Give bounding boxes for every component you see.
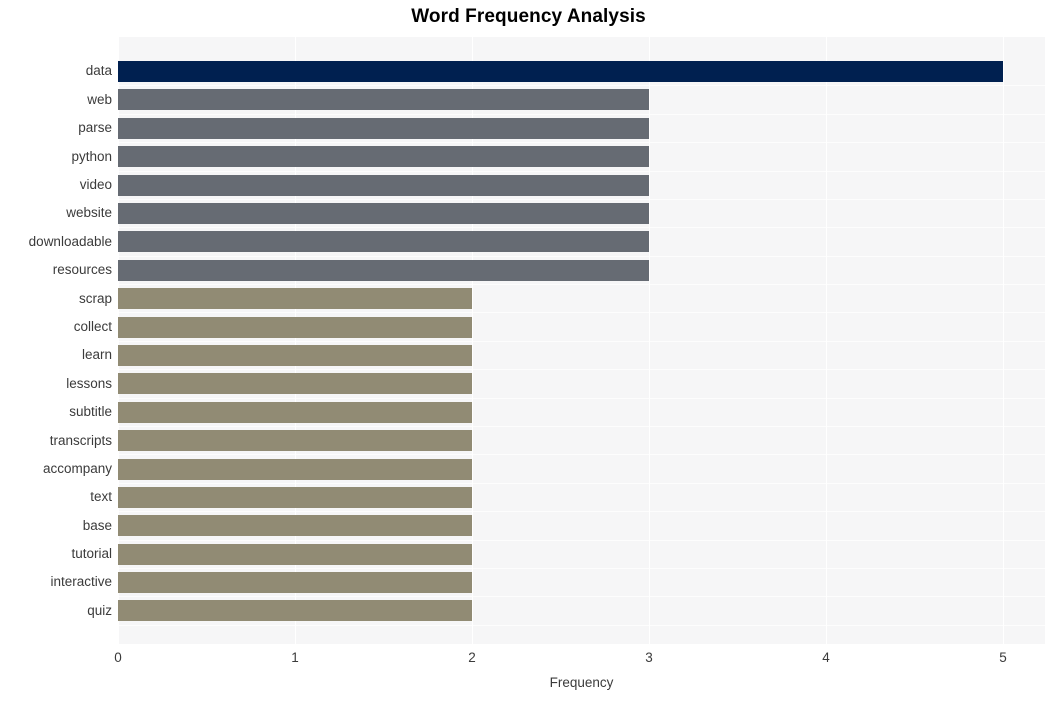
y-tick-label: learn	[81, 347, 112, 363]
bar-row	[118, 540, 1045, 568]
y-tick-label: scrap	[78, 290, 112, 306]
x-tick-label: 4	[822, 650, 830, 665]
page-title: Word Frequency Analysis	[411, 6, 646, 27]
bar[interactable]	[118, 174, 649, 196]
y-tick-label: parse	[78, 120, 112, 136]
bar-row	[118, 597, 1045, 625]
plot-area	[118, 37, 1045, 644]
bar[interactable]	[118, 430, 472, 452]
y-tick-label: lessons	[66, 375, 112, 391]
bar[interactable]	[118, 344, 472, 366]
y-tick-label: accompany	[42, 460, 112, 476]
bar[interactable]	[118, 600, 472, 622]
y-tick-label: downloadable	[28, 233, 112, 249]
y-tick-label: quiz	[87, 602, 112, 618]
y-tick-label: subtitle	[69, 404, 112, 420]
bar-row	[118, 313, 1045, 341]
x-tick-label: 0	[114, 650, 122, 665]
y-tick-label: interactive	[50, 574, 112, 590]
y-tick-label: resources	[52, 262, 112, 278]
bar-row	[118, 143, 1045, 171]
x-tick-label: 1	[291, 650, 299, 665]
bar[interactable]	[118, 486, 472, 508]
y-tick-label: base	[82, 517, 112, 533]
bar-row	[118, 455, 1045, 483]
bar-row	[118, 256, 1045, 284]
y-tick-label: tutorial	[71, 546, 112, 562]
y-tick-label: collect	[73, 318, 112, 334]
bar[interactable]	[118, 117, 649, 139]
y-tick-label: text	[90, 489, 112, 505]
bar[interactable]	[118, 259, 649, 281]
x-tick-label: 3	[645, 650, 653, 665]
bar[interactable]	[118, 543, 472, 565]
bar-row	[118, 398, 1045, 426]
bar[interactable]	[118, 572, 472, 594]
bar[interactable]	[118, 515, 472, 537]
y-tick-label: video	[79, 177, 112, 192]
y-tick-label: website	[66, 205, 112, 221]
y-axis: data web parse python video website downloadab…	[0, 37, 112, 644]
y-tick-label: python	[71, 148, 112, 164]
bar[interactable]	[118, 89, 649, 111]
bar[interactable]	[118, 146, 649, 168]
bar-row	[118, 341, 1045, 369]
bar-row	[118, 228, 1045, 256]
bar[interactable]	[118, 316, 472, 338]
bar-row	[118, 171, 1045, 199]
bar[interactable]	[118, 231, 649, 253]
bar[interactable]	[118, 202, 649, 224]
y-tick-label: web	[87, 91, 112, 107]
bar-row	[118, 285, 1045, 313]
x-axis: 0 1 2 3 4 5	[0, 644, 1057, 674]
bar-row	[118, 199, 1045, 227]
bar[interactable]	[118, 61, 1003, 83]
bar-row	[118, 86, 1045, 114]
bar-row	[118, 370, 1045, 398]
bar-row	[118, 512, 1045, 540]
bar-row	[118, 114, 1045, 142]
bar[interactable]	[118, 401, 472, 423]
x-tick-label: 2	[468, 650, 476, 665]
bar[interactable]	[118, 373, 472, 395]
bar[interactable]	[118, 458, 472, 480]
bar-row	[118, 427, 1045, 455]
y-tick-label: data	[85, 63, 112, 79]
bar-row	[118, 568, 1045, 596]
bar[interactable]	[118, 288, 472, 310]
bar-row	[118, 483, 1045, 511]
x-tick-label: 5	[999, 650, 1007, 665]
y-tick-label: transcripts	[49, 432, 112, 448]
x-axis-title: Frequency	[549, 675, 614, 690]
bar-row	[118, 57, 1045, 85]
